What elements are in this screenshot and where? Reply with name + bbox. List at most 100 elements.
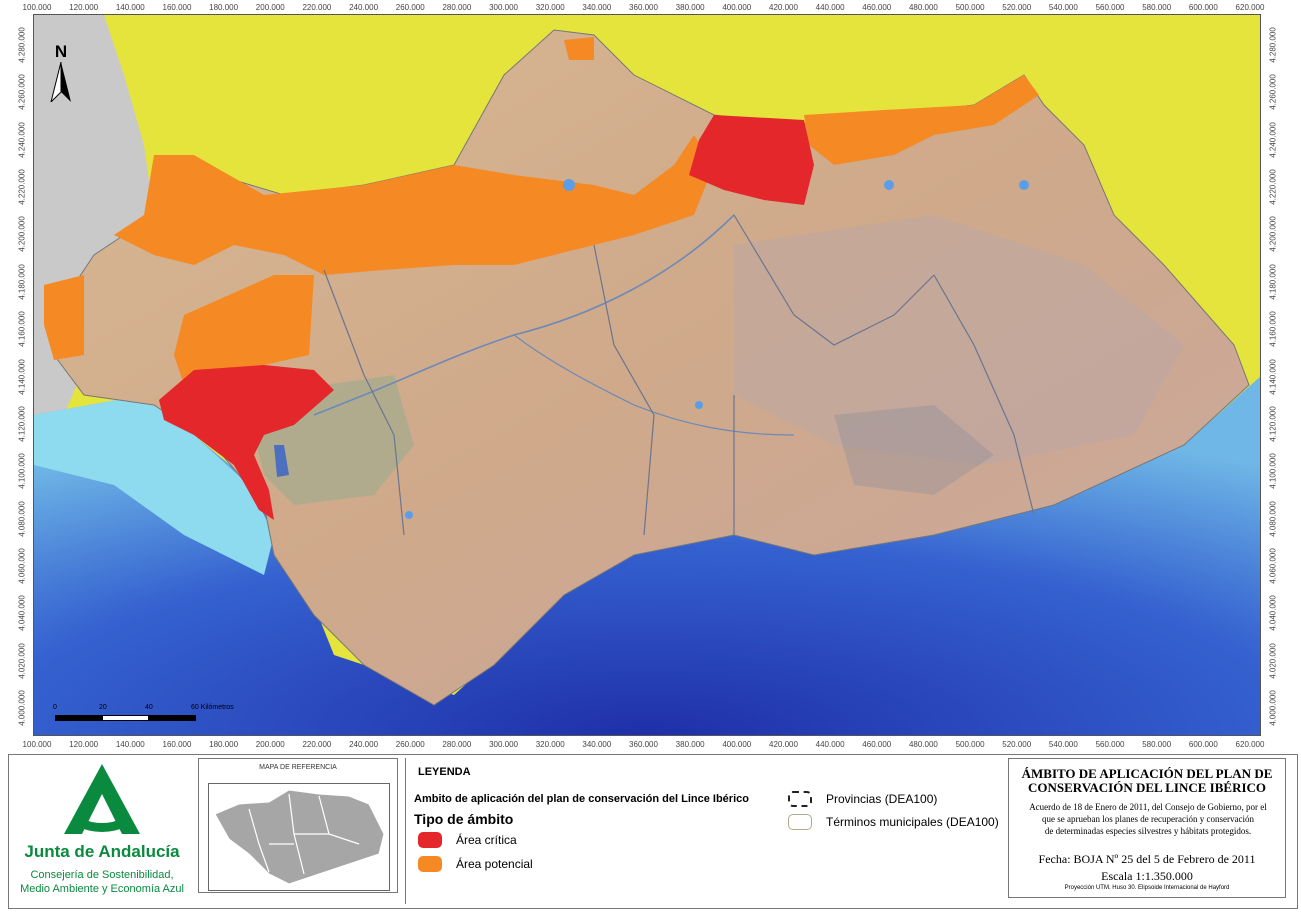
x-tick-label: 580.000 xyxy=(1142,3,1172,12)
x-tick-label: 180.000 xyxy=(209,740,239,749)
x-tick-label: 320.000 xyxy=(535,740,565,749)
x-tick-label: 280.000 xyxy=(442,3,472,12)
x-tick-label: 360.000 xyxy=(629,3,658,12)
y-tick-label: 4.100.000 xyxy=(17,453,27,489)
swatch-provincias xyxy=(788,791,812,807)
y-tick-label: 4.040.000 xyxy=(1268,595,1278,632)
reservoir xyxy=(1019,180,1029,190)
y-tick-label: 4.180.000 xyxy=(17,263,27,300)
y-tick-label: 4.000.000 xyxy=(17,690,27,726)
x-tick-label: 520.000 xyxy=(1002,740,1032,749)
legend-label-potencial: Área potencial xyxy=(456,857,533,871)
x-tick-label: 220.000 xyxy=(302,740,332,749)
x-tick-label: 440.000 xyxy=(815,740,845,749)
y-tick-label: 4.200.000 xyxy=(1268,216,1278,253)
legend-item-potencial: Área potencial xyxy=(418,856,533,872)
legend-item-terminos: Términos municipales (DEA100) xyxy=(788,814,999,830)
x-tick-label: 500.000 xyxy=(955,3,985,12)
legend-subtitle: Ambito de aplicación del plan de conserv… xyxy=(414,793,749,805)
swatch-critica xyxy=(418,832,442,848)
map-scale: Escala 1:1.350.000 xyxy=(1101,869,1193,883)
y-tick-label: 4.120.000 xyxy=(1268,406,1278,442)
y-tick-label: 4.180.000 xyxy=(1268,263,1278,300)
x-tick-label: 520.000 xyxy=(1002,3,1032,12)
north-arrow-icon xyxy=(50,61,71,104)
x-tick-label: 480.000 xyxy=(908,740,938,749)
map-title-line1: ÁMBITO DE APLICACIÓN DEL PLAN DE xyxy=(1021,766,1273,781)
y-tick-label: 4.080.000 xyxy=(1268,500,1278,537)
x-tick-label: 160.000 xyxy=(162,3,192,12)
x-tick-label: 340.000 xyxy=(582,3,612,12)
x-tick-label: 120.000 xyxy=(69,740,99,749)
x-tick-label: 100.000 xyxy=(22,3,52,12)
map-sheet: 100.000 120.000 140.000 160.000 180.000 200.0… xyxy=(0,0,1301,913)
x-tick-label: 500.000 xyxy=(955,740,985,749)
legend-tipo: Tipo de ámbito xyxy=(414,811,514,827)
x-tick-label: 560.000 xyxy=(1095,3,1125,12)
reference-map-shape xyxy=(214,789,385,885)
description-line2: que se aprueban los planes de recuperaci… xyxy=(1042,814,1254,824)
map-description: Acuerdo de 18 de Enero de 2011, del Cons… xyxy=(1013,801,1283,837)
legend-item-provincias: Provincias (DEA100) xyxy=(788,791,937,807)
x-tick-label: 620.000 xyxy=(1235,740,1265,749)
map-canvas xyxy=(34,15,1260,735)
scale-label-60: 60 Kilómetros xyxy=(191,704,234,711)
x-tick-label: 580.000 xyxy=(1142,740,1172,749)
legend-label-critica: Área crítica xyxy=(456,833,517,847)
y-tick-label: 4.280.000 xyxy=(17,27,27,63)
x-tick-label: 140.000 xyxy=(115,740,145,749)
x-tick-label: 540.000 xyxy=(1048,3,1078,12)
legend-item-critica: Área crítica xyxy=(418,832,517,848)
main-map[interactable] xyxy=(33,14,1261,736)
scale-label-40: 40 xyxy=(145,704,153,711)
reservoir xyxy=(695,401,703,409)
y-tick-label: 4.120.000 xyxy=(17,406,27,442)
y-tick-label: 4.280.000 xyxy=(1268,27,1278,63)
y-tick-label: 4.260.000 xyxy=(1268,74,1278,111)
legend-title: LEYENDA xyxy=(418,766,471,778)
potential-area-small xyxy=(564,37,594,60)
reservoir xyxy=(405,511,413,519)
description-line1: Acuerdo de 18 de Enero de 2011, del Cons… xyxy=(1029,802,1267,812)
map-date: Fecha: BOJA Nº 25 del 5 de Febrero de 20… xyxy=(1038,852,1256,866)
x-tick-label: 240.000 xyxy=(349,3,379,12)
x-tick-label: 120.000 xyxy=(69,3,99,12)
scale-bar: 0 20 40 60 Kilómetros xyxy=(53,704,255,724)
x-tick-label: 200.000 xyxy=(255,3,285,12)
junta-logo: Junta de Andalucía Consejería de Sosteni… xyxy=(10,758,194,904)
y-tick-label: 4.060.000 xyxy=(17,548,27,584)
y-tick-label: 4.160.000 xyxy=(1268,311,1278,347)
x-tick-label: 380.000 xyxy=(675,3,705,12)
y-tick-label: 4.220.000 xyxy=(17,169,27,205)
y-tick-label: 4.100.000 xyxy=(1268,453,1278,489)
logo-subtitle: Consejería de Sostenibilidad, Medio Ambi… xyxy=(10,868,194,896)
x-tick-label: 140.000 xyxy=(115,3,145,12)
y-tick-label: 4.000.000 xyxy=(1268,690,1278,726)
x-tick-label: 600.000 xyxy=(1188,3,1218,12)
x-tick-label: 340.000 xyxy=(582,740,612,749)
reference-map: MAPA DE REFERENCIA xyxy=(198,758,398,893)
x-tick-label: 540.000 xyxy=(1048,740,1078,749)
logo-sub-line1: Consejería de Sostenibilidad, xyxy=(30,869,174,881)
x-tick-label: 200.000 xyxy=(255,740,285,749)
x-tick-label: 360.000 xyxy=(629,740,658,749)
x-tick-label: 160.000 xyxy=(162,740,192,749)
legend-label-provincias: Provincias (DEA100) xyxy=(826,792,938,806)
y-tick-label: 4.240.000 xyxy=(17,121,27,158)
legend: LEYENDA Ambito de aplicación del plan de… xyxy=(405,758,1004,904)
x-tick-label: 100.000 xyxy=(22,740,52,749)
y-tick-label: 4.040.000 xyxy=(17,595,27,632)
x-tick-label: 380.000 xyxy=(675,740,705,749)
north-label: N xyxy=(54,42,68,61)
x-tick-label: 280.000 xyxy=(442,740,472,749)
x-tick-label: 300.000 xyxy=(489,3,518,12)
map-title-line2: CONSERVACIÓN DEL LINCE IBÉRICO xyxy=(1027,780,1267,795)
x-tick-label: 600.000 xyxy=(1188,740,1218,749)
x-tick-label: 460.000 xyxy=(862,3,892,12)
x-tick-label: 320.000 xyxy=(535,3,565,12)
title-block: ÁMBITO DE APLICACIÓN DEL PLAN DE CONSERV… xyxy=(1008,758,1286,898)
x-tick-label: 460.000 xyxy=(862,740,892,749)
x-tick-label: 180.000 xyxy=(209,3,239,12)
y-tick-label: 4.020.000 xyxy=(1268,642,1278,679)
y-tick-label: 4.260.000 xyxy=(17,74,27,111)
